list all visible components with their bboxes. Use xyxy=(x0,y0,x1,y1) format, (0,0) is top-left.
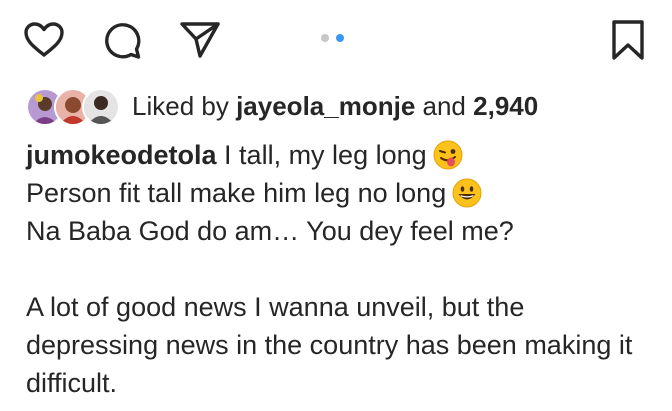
caption-line: Na Baba God do am… You dey feel me? xyxy=(26,212,656,250)
caption-text: I tall, my leg long xyxy=(224,140,427,170)
likes-text: Liked by jayeola_monje and 2,940 xyxy=(132,91,538,122)
comment-bubble-icon[interactable] xyxy=(100,18,144,62)
caption-username[interactable]: jumokeodetola xyxy=(26,140,217,170)
caption-text: Na Baba God do am… You dey feel me? xyxy=(26,216,514,246)
post-caption: jumokeodetola I tall, my leg long Person… xyxy=(26,136,656,402)
grinning-face-icon xyxy=(452,178,482,208)
likes-connector: and xyxy=(422,90,466,121)
winking-face-with-tongue-icon xyxy=(433,140,463,170)
paper-plane-icon[interactable] xyxy=(178,18,222,62)
bookmark-outline-icon[interactable] xyxy=(606,18,650,62)
heart-outline-icon[interactable] xyxy=(22,18,66,62)
likes-prefix: Liked by xyxy=(132,90,229,121)
caption-text: Person fit tall make him leg no long xyxy=(26,178,447,208)
carousel-dot xyxy=(321,34,329,42)
carousel-indicator xyxy=(321,34,344,42)
liker-username[interactable]: jayeola_monje xyxy=(236,91,415,121)
likes-summary[interactable]: Liked by jayeola_monje and 2,940 xyxy=(26,88,538,126)
caption-paragraph: A lot of good news I wanna unveil, but t… xyxy=(26,292,633,398)
carousel-dot-active xyxy=(336,34,344,42)
avatar xyxy=(82,88,120,126)
likes-count[interactable]: 2,940 xyxy=(473,91,538,121)
caption-line: Person fit tall make him leg no long xyxy=(26,174,656,212)
caption-line: jumokeodetola I tall, my leg long xyxy=(26,136,656,174)
liker-avatars xyxy=(26,88,120,126)
post-action-bar xyxy=(0,0,672,80)
